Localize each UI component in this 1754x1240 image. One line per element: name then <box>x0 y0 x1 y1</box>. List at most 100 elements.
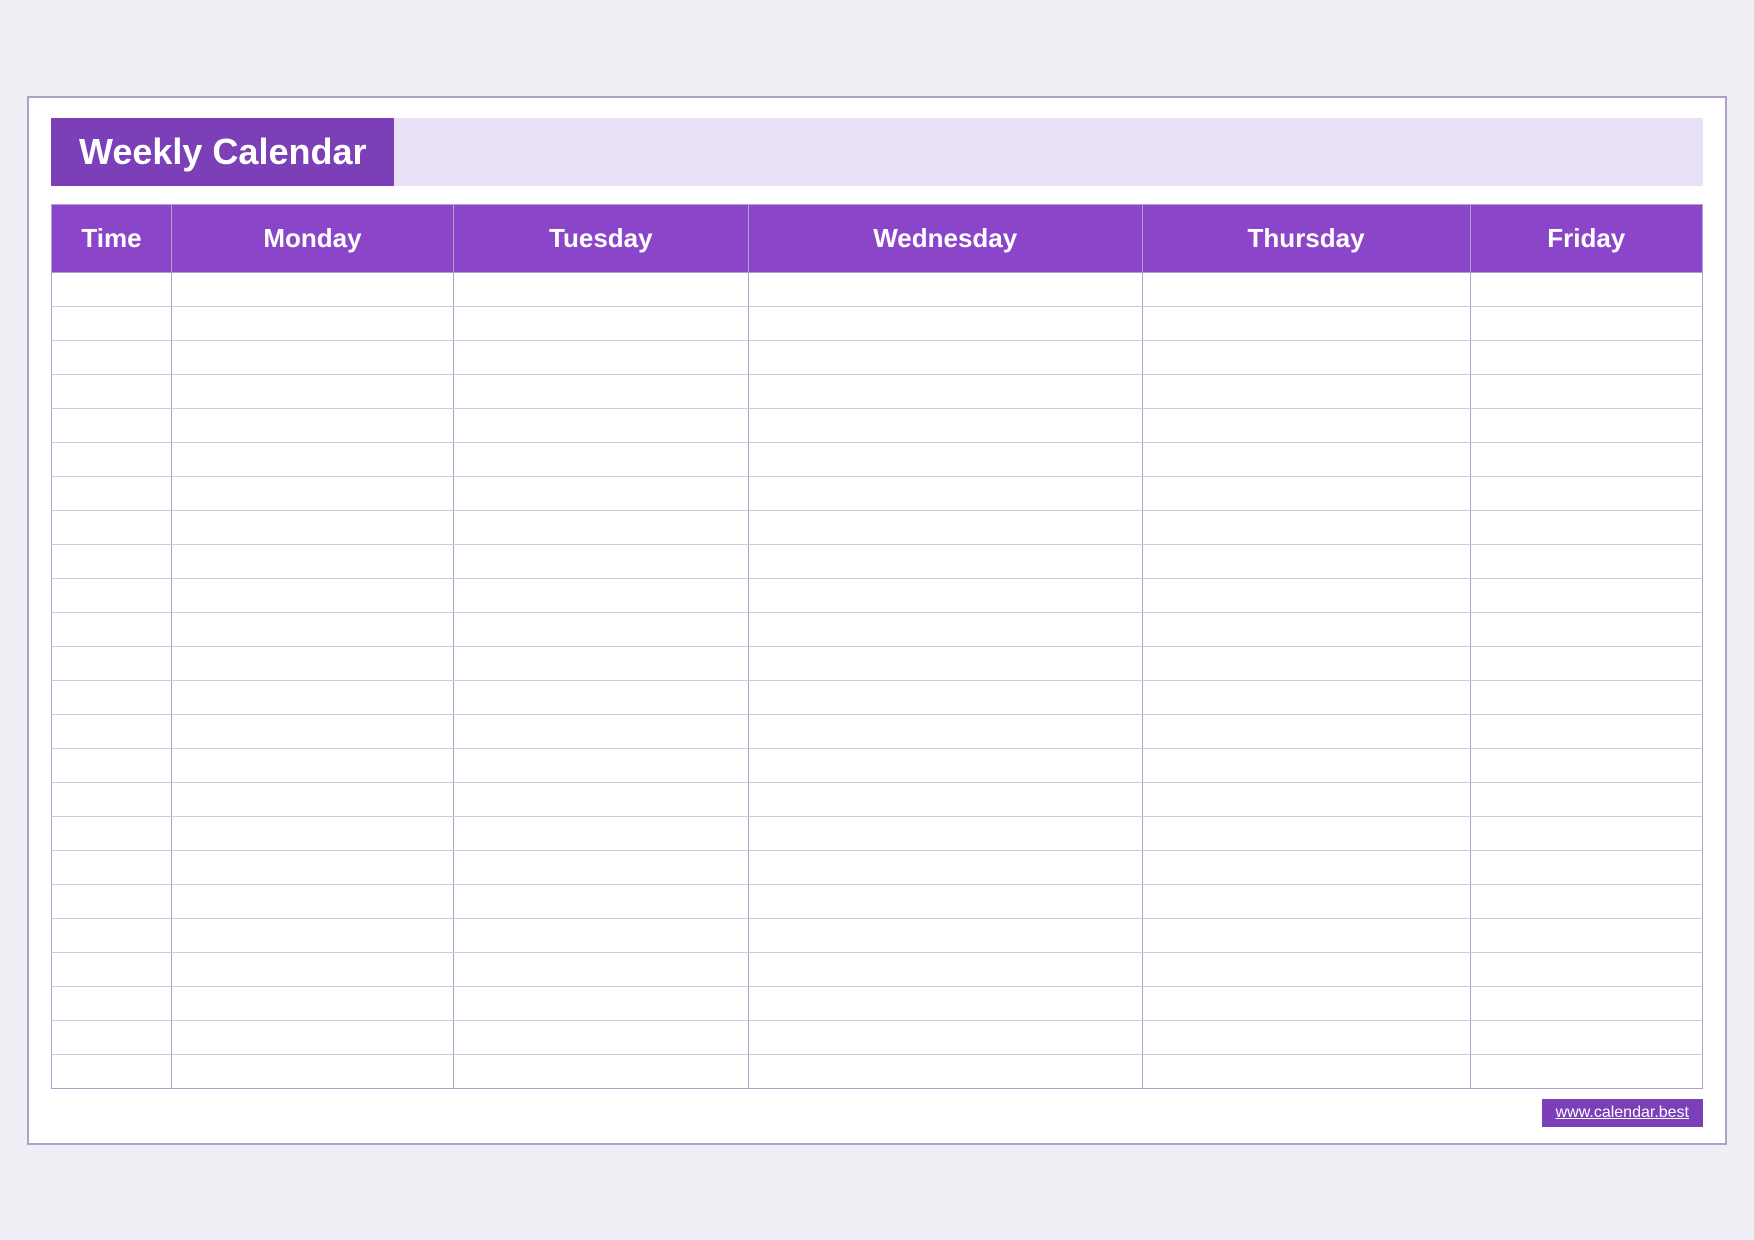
table-cell[interactable] <box>453 918 748 952</box>
table-cell[interactable] <box>748 680 1142 714</box>
table-cell[interactable] <box>52 442 172 476</box>
table-cell[interactable] <box>748 306 1142 340</box>
table-cell[interactable] <box>748 714 1142 748</box>
table-cell[interactable] <box>52 952 172 986</box>
table-cell[interactable] <box>1470 1020 1703 1054</box>
table-cell[interactable] <box>172 646 454 680</box>
table-cell[interactable] <box>1142 272 1470 306</box>
table-cell[interactable] <box>1142 748 1470 782</box>
table-cell[interactable] <box>748 612 1142 646</box>
table-row[interactable] <box>52 510 1703 544</box>
table-cell[interactable] <box>748 374 1142 408</box>
table-row[interactable] <box>52 850 1703 884</box>
table-cell[interactable] <box>52 374 172 408</box>
table-cell[interactable] <box>453 850 748 884</box>
table-row[interactable] <box>52 340 1703 374</box>
table-cell[interactable] <box>1470 374 1703 408</box>
table-cell[interactable] <box>1142 340 1470 374</box>
table-cell[interactable] <box>453 340 748 374</box>
table-cell[interactable] <box>172 408 454 442</box>
table-cell[interactable] <box>1142 714 1470 748</box>
table-cell[interactable] <box>52 714 172 748</box>
table-cell[interactable] <box>1470 612 1703 646</box>
table-row[interactable] <box>52 544 1703 578</box>
table-cell[interactable] <box>748 1020 1142 1054</box>
table-cell[interactable] <box>52 850 172 884</box>
table-cell[interactable] <box>1470 544 1703 578</box>
table-cell[interactable] <box>52 918 172 952</box>
table-cell[interactable] <box>1470 272 1703 306</box>
table-cell[interactable] <box>1142 578 1470 612</box>
table-cell[interactable] <box>1142 816 1470 850</box>
table-cell[interactable] <box>52 646 172 680</box>
table-cell[interactable] <box>453 612 748 646</box>
table-cell[interactable] <box>1142 442 1470 476</box>
table-cell[interactable] <box>1142 850 1470 884</box>
table-cell[interactable] <box>748 272 1142 306</box>
table-cell[interactable] <box>453 952 748 986</box>
table-row[interactable] <box>52 1020 1703 1054</box>
table-row[interactable] <box>52 578 1703 612</box>
table-cell[interactable] <box>172 578 454 612</box>
table-cell[interactable] <box>172 680 454 714</box>
table-cell[interactable] <box>1142 612 1470 646</box>
table-row[interactable] <box>52 442 1703 476</box>
table-cell[interactable] <box>172 714 454 748</box>
table-cell[interactable] <box>52 544 172 578</box>
table-cell[interactable] <box>1470 850 1703 884</box>
table-cell[interactable] <box>1142 680 1470 714</box>
table-cell[interactable] <box>1470 578 1703 612</box>
table-cell[interactable] <box>453 714 748 748</box>
table-cell[interactable] <box>1470 680 1703 714</box>
table-cell[interactable] <box>748 884 1142 918</box>
table-cell[interactable] <box>1142 544 1470 578</box>
table-cell[interactable] <box>1142 986 1470 1020</box>
table-cell[interactable] <box>1470 306 1703 340</box>
table-cell[interactable] <box>172 850 454 884</box>
table-cell[interactable] <box>748 986 1142 1020</box>
table-row[interactable] <box>52 952 1703 986</box>
table-cell[interactable] <box>1470 952 1703 986</box>
table-row[interactable] <box>52 646 1703 680</box>
table-row[interactable] <box>52 680 1703 714</box>
table-cell[interactable] <box>52 680 172 714</box>
table-cell[interactable] <box>1470 884 1703 918</box>
table-cell[interactable] <box>1142 476 1470 510</box>
table-cell[interactable] <box>453 544 748 578</box>
table-cell[interactable] <box>52 1020 172 1054</box>
table-cell[interactable] <box>52 782 172 816</box>
table-cell[interactable] <box>172 1020 454 1054</box>
table-cell[interactable] <box>1470 714 1703 748</box>
table-cell[interactable] <box>1470 986 1703 1020</box>
table-cell[interactable] <box>453 782 748 816</box>
table-cell[interactable] <box>1142 1020 1470 1054</box>
table-cell[interactable] <box>172 306 454 340</box>
table-cell[interactable] <box>172 340 454 374</box>
table-row[interactable] <box>52 884 1703 918</box>
table-cell[interactable] <box>453 578 748 612</box>
table-cell[interactable] <box>453 986 748 1020</box>
footer-link[interactable]: www.calendar.best <box>1542 1099 1703 1127</box>
table-row[interactable] <box>52 306 1703 340</box>
table-cell[interactable] <box>1470 408 1703 442</box>
table-cell[interactable] <box>748 646 1142 680</box>
table-row[interactable] <box>52 986 1703 1020</box>
table-cell[interactable] <box>453 374 748 408</box>
table-cell[interactable] <box>52 748 172 782</box>
table-cell[interactable] <box>1470 510 1703 544</box>
table-cell[interactable] <box>172 612 454 646</box>
table-cell[interactable] <box>1142 408 1470 442</box>
table-cell[interactable] <box>1142 1054 1470 1088</box>
table-cell[interactable] <box>1470 476 1703 510</box>
table-cell[interactable] <box>1470 442 1703 476</box>
table-cell[interactable] <box>748 442 1142 476</box>
table-cell[interactable] <box>453 442 748 476</box>
table-cell[interactable] <box>52 578 172 612</box>
table-cell[interactable] <box>52 816 172 850</box>
table-cell[interactable] <box>172 986 454 1020</box>
table-cell[interactable] <box>1142 952 1470 986</box>
table-cell[interactable] <box>52 408 172 442</box>
table-cell[interactable] <box>1470 782 1703 816</box>
table-cell[interactable] <box>172 476 454 510</box>
table-cell[interactable] <box>748 850 1142 884</box>
